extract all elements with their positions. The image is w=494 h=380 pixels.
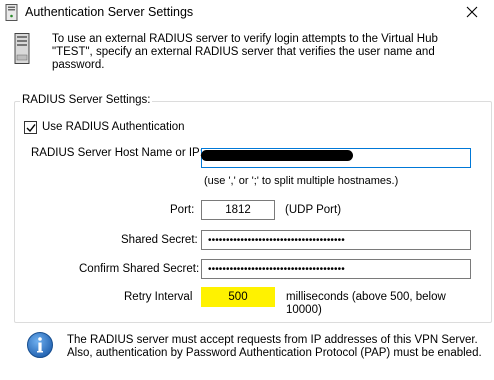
server-tower-icon [14,33,31,64]
close-button[interactable] [452,0,494,26]
redacted-hostname [201,150,353,161]
use-radius-checkbox[interactable] [24,121,37,134]
group-legend: RADIUS Server Settings: [20,94,153,106]
retry-interval-input[interactable]: 500 [201,287,275,307]
port-label: Port: [170,204,195,216]
info-icon [26,331,54,359]
confirm-secret-mask: •••••••••••••••••••••••••••••••••••••• [208,264,345,275]
port-value: 1812 [225,204,251,216]
retry-interval-label: Retry Interval [124,291,193,303]
hostname-label: RADIUS Server Host Name or IP: [31,147,203,159]
checkmark-icon [26,124,36,133]
shared-secret-label: Shared Secret: [121,234,198,246]
hostname-hint: (use ',' or ';' to split multiple hostna… [204,175,399,187]
intro-description: To use an external RADIUS server to veri… [52,33,438,71]
port-note: (UDP Port) [285,204,342,216]
server-app-icon [5,4,19,21]
port-input[interactable]: 1812 [201,200,275,220]
close-icon [466,6,478,18]
confirm-secret-label: Confirm Shared Secret: [79,263,200,275]
confirm-secret-input[interactable]: •••••••••••••••••••••••••••••••••••••• [201,259,471,279]
shared-secret-mask: •••••••••••••••••••••••••••••••••••••• [208,235,345,246]
retry-interval-value: 500 [228,291,248,303]
shared-secret-input[interactable]: •••••••••••••••••••••••••••••••••••••• [201,230,471,250]
window-title: Authentication Server Settings [25,5,194,19]
retry-interval-note: milliseconds (above 500, below 10000) [286,291,446,316]
use-radius-label[interactable]: Use RADIUS Authentication [42,121,185,133]
info-text: The RADIUS server must accept requests f… [67,334,482,359]
